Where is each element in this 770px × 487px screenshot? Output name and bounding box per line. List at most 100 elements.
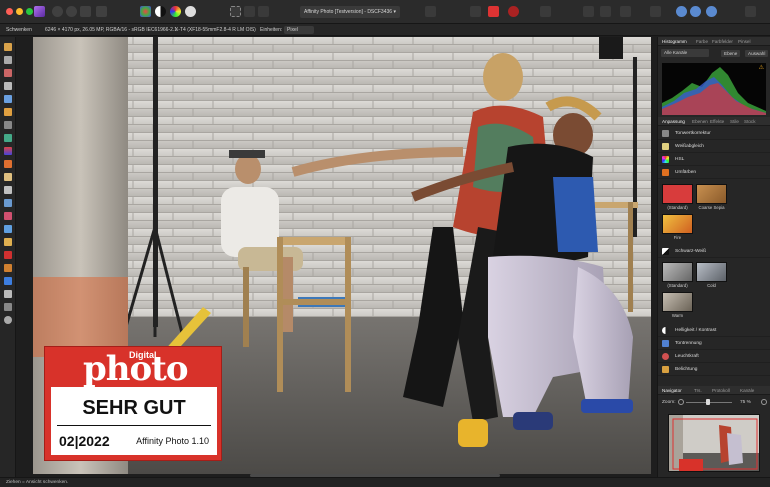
mesh-warp-icon[interactable]: [4, 303, 12, 311]
selection-option[interactable]: Auswahl: [745, 50, 769, 57]
arrange-back-icon[interactable]: [600, 6, 611, 17]
quick-mask-icon[interactable]: [258, 6, 269, 17]
tab-styles[interactable]: Stile: [730, 119, 739, 124]
preset-bw-cold[interactable]: [696, 262, 727, 282]
badge-rating-box: SEHR GUT 02|2022 Affinity Photo 1.10: [51, 387, 217, 455]
zoom-tool-icon[interactable]: [4, 316, 12, 324]
invert-selection-icon[interactable]: [244, 6, 255, 17]
tab-effects[interactable]: Effekte: [710, 119, 724, 124]
flood-fill-icon[interactable]: [4, 134, 12, 142]
adjustment-white-balance[interactable]: Weißabgleich: [658, 140, 770, 153]
photo-persona-icon[interactable]: [52, 6, 63, 17]
marquee-tool-icon[interactable]: [4, 121, 12, 129]
tab-transform[interactable]: Trs.: [694, 388, 702, 393]
smudge-icon[interactable]: [4, 212, 12, 220]
red-eye-icon[interactable]: [4, 251, 12, 259]
adjustment-brightness-contrast[interactable]: Helligkeit / Kontrast: [658, 324, 770, 337]
pen-tool-icon[interactable]: [4, 264, 12, 272]
blur-brush-icon[interactable]: [4, 225, 12, 233]
image-info: 6246 × 4170 px, 26.05 MP, RGBA/16 - sRGB…: [45, 27, 178, 33]
shape-tool-icon[interactable]: [4, 277, 12, 285]
align-icon[interactable]: [620, 6, 631, 17]
tab-history[interactable]: Protokoll: [712, 388, 730, 393]
adjustment-vibrance[interactable]: Leuchtkraft: [658, 350, 770, 363]
more-icon[interactable]: [745, 6, 756, 17]
color-picker-tool-icon[interactable]: [4, 69, 12, 77]
arrange-front-icon[interactable]: [583, 6, 594, 17]
crop-tool-icon[interactable]: [4, 82, 12, 90]
document-title[interactable]: Affinity Photo [Testversion] - DSCF3436 …: [300, 6, 400, 18]
maximize-window-button[interactable]: [26, 8, 33, 15]
tab-swatches[interactable]: Farbfelder: [712, 39, 733, 44]
warning-icon: ⚠: [758, 65, 764, 71]
layer-option[interactable]: Ebene: [721, 50, 741, 57]
export-persona-icon[interactable]: [96, 6, 107, 17]
view-mode-icon[interactable]: [425, 6, 436, 17]
erase-brush-icon[interactable]: [4, 173, 12, 181]
adjustment-hsl[interactable]: HSL: [658, 153, 770, 166]
badge-rating: SEHR GUT: [82, 397, 186, 419]
zoom-value[interactable]: 75 %: [740, 400, 751, 405]
close-window-button[interactable]: [6, 8, 13, 15]
tab-navigator[interactable]: Navigator: [662, 388, 682, 393]
adjustment-exposure[interactable]: Belichtung: [658, 363, 770, 376]
preset-coarse-sepia[interactable]: [696, 184, 727, 204]
histogram-panel-tabs: Histogramm Farbe Farbfelder Pinsel: [658, 37, 770, 46]
selection-brush-icon[interactable]: [4, 95, 12, 103]
badge-divider: [57, 425, 211, 426]
inpainting-icon[interactable]: [4, 238, 12, 246]
auto-contrast-icon[interactable]: [155, 6, 166, 17]
tab-channels[interactable]: Kanäle: [740, 388, 754, 393]
tab-histogram[interactable]: Histogramm: [662, 39, 687, 44]
zoom-slider-thumb[interactable]: [706, 399, 710, 405]
zoom-in-icon[interactable]: [761, 399, 767, 405]
studio-icon-1[interactable]: [676, 6, 687, 17]
selection-mode-icon[interactable]: [230, 6, 241, 17]
auto-levels-icon[interactable]: [140, 6, 151, 17]
adjustment-posterize[interactable]: Tontrennung: [658, 337, 770, 350]
snapping-icon[interactable]: [470, 6, 481, 17]
move-tool-icon[interactable]: [4, 56, 12, 64]
flip-icon[interactable]: [650, 6, 661, 17]
adjustment-black-white[interactable]: Schwarz-Weiß: [658, 245, 770, 258]
tab-stock[interactable]: Stock: [744, 119, 756, 124]
adjustment-levels[interactable]: Tonwertkorrektur: [658, 127, 770, 140]
vibrance-icon: [662, 353, 669, 360]
preset-label: Fire: [673, 235, 682, 240]
dodge-icon[interactable]: [4, 186, 12, 194]
histogram-options: Alle Kanäle Ebene Auswahl: [661, 49, 769, 57]
affinity-photo-logo-icon[interactable]: [34, 6, 45, 17]
gradient-tool-icon[interactable]: [4, 147, 12, 155]
zoom-out-icon[interactable]: [678, 399, 684, 405]
clone-tool-icon[interactable]: [4, 199, 12, 207]
studio-icon-3[interactable]: [706, 6, 717, 17]
recolor-icon: [662, 169, 669, 176]
preset-recolor-standard[interactable]: [662, 184, 693, 204]
channel-select[interactable]: Alle Kanäle: [661, 49, 709, 57]
auto-white-balance-icon[interactable]: [185, 6, 196, 17]
develop-persona-icon[interactable]: [80, 6, 91, 17]
tab-adjustments[interactable]: Anpassung: [662, 119, 685, 124]
tab-layers[interactable]: Ebenen: [692, 119, 708, 124]
paint-brush-icon[interactable]: [4, 160, 12, 168]
tab-color[interactable]: Farbe: [696, 39, 708, 44]
minimize-window-button[interactable]: [16, 8, 23, 15]
assistant-icon[interactable]: [508, 6, 519, 17]
award-badge: photo Digital SEHR GUT 02|2022 Affinity …: [44, 346, 222, 461]
preset-fire[interactable]: [662, 214, 693, 234]
color-format-icon[interactable]: [488, 6, 499, 17]
preset-bw-warm[interactable]: [662, 292, 693, 312]
flood-select-icon[interactable]: [4, 108, 12, 116]
text-tool-icon[interactable]: [4, 290, 12, 298]
adjustment-recolor[interactable]: Umfärben: [658, 166, 770, 179]
studio-icon-2[interactable]: [690, 6, 701, 17]
preset-bw-standard[interactable]: [662, 262, 693, 282]
view-tool-icon[interactable]: [4, 43, 12, 51]
tab-brushes[interactable]: Pinsel: [738, 39, 751, 44]
navigator-thumbnail[interactable]: [668, 414, 760, 472]
auto-colors-icon[interactable]: [170, 6, 181, 17]
liquify-persona-icon[interactable]: [66, 6, 77, 17]
tool-options-icon[interactable]: [540, 6, 551, 17]
hsl-icon: [662, 156, 669, 163]
units-select[interactable]: Pixel: [284, 26, 314, 34]
